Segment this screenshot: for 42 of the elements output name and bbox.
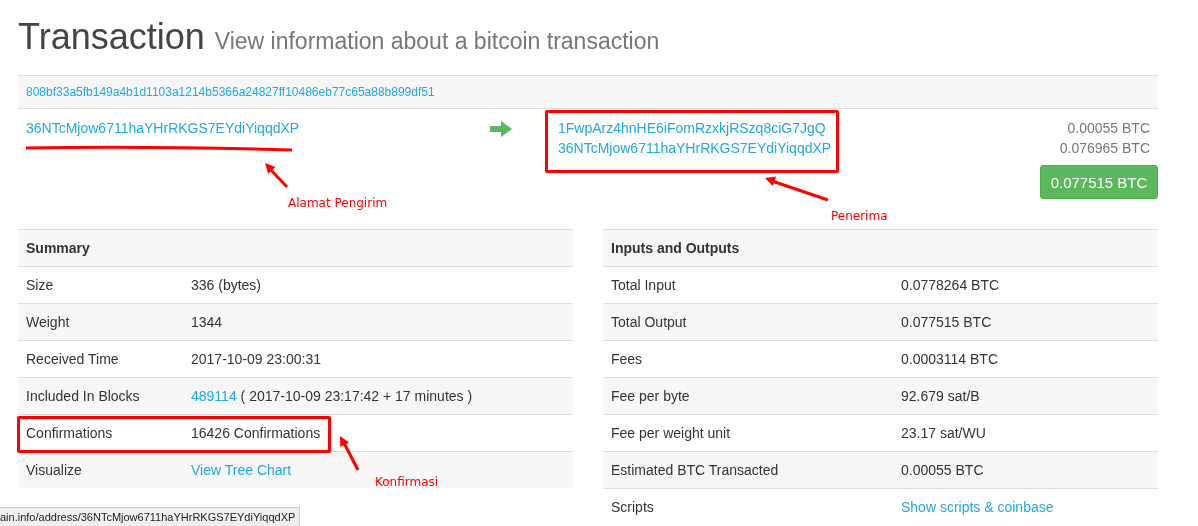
row-label: Visualize [25, 462, 83, 478]
row-label: Estimated BTC Transacted [610, 462, 780, 478]
total-amount-button[interactable]: 0.077515 BTC [1040, 165, 1158, 199]
row-value: 0.077515 BTC [901, 314, 993, 330]
output-address-link[interactable]: 36NTcMjow6711haYHrRKGS7EYdiYiqqdXP [558, 138, 858, 158]
row-label: Received Time [25, 351, 120, 367]
row-value: 1344 [191, 314, 224, 330]
output-address-link[interactable]: 1FwpArz4hnHE6iFomRzxkjRSzq8ciG7JgQ [558, 118, 858, 138]
row-label: Size [25, 277, 55, 293]
row-value: 0.0778264 BTC [901, 277, 1001, 293]
row-label: Included In Blocks [25, 388, 141, 404]
row-value: 2017-10-09 23:00:31 [191, 351, 322, 367]
row-label: Fee per byte [610, 388, 691, 404]
annotation-label: Alamat Pengirim [288, 196, 388, 210]
row-label: Total Input [610, 277, 677, 293]
output-amount: 0.076965 BTC [1059, 139, 1151, 158]
row-label: Fee per weight unit [610, 425, 732, 441]
row-link[interactable]: View Tree Chart [191, 462, 292, 478]
row-link[interactable]: Show scripts & coinbase [901, 499, 1054, 515]
output-amount: 0.00055 BTC [1067, 119, 1151, 138]
table-title: Inputs and Outputs [610, 240, 740, 256]
row-label: Total Output [610, 314, 688, 330]
row-label: Weight [25, 314, 71, 330]
row-label: Confirmations [25, 425, 114, 441]
input-address-link[interactable]: 36NTcMjow6711haYHrRKGS7EYdiYiqqdXP [26, 118, 490, 138]
block-link[interactable]: 489114 [191, 388, 237, 404]
table-title: Summary [25, 240, 90, 256]
page-title: Transaction [18, 16, 205, 58]
row-value: 0.0003114 BTC [901, 351, 1000, 367]
row-value: 92.679 sat/B [901, 388, 981, 404]
row-value: 0.00055 BTC [901, 462, 985, 478]
row-label: Fees [610, 351, 644, 367]
row-value: 16426 Confirmations [191, 425, 322, 441]
annotation-label: Penerima [831, 209, 888, 223]
row-value: 23.17 sat/WU [901, 425, 987, 441]
status-bar-url: ain.info/address/36NTcMjow6711haYHrRKGS7EYdiYiqqdXP [0, 507, 301, 526]
row-label: Scripts [610, 499, 655, 515]
block-note: ( 2017-10-09 23:17:42 + 17 minutes ) [240, 388, 473, 404]
page-subtitle: View information about a bitcoin transaction [214, 28, 660, 55]
annotation-label: Konfirmasi [375, 475, 439, 489]
transaction-hash-link[interactable]: 808bf33a5fb149a4b1d1103a1214b5366a24827ff10486eb77c65a88b899df51 [26, 85, 435, 99]
row-value: 336 (bytes) [191, 277, 263, 293]
